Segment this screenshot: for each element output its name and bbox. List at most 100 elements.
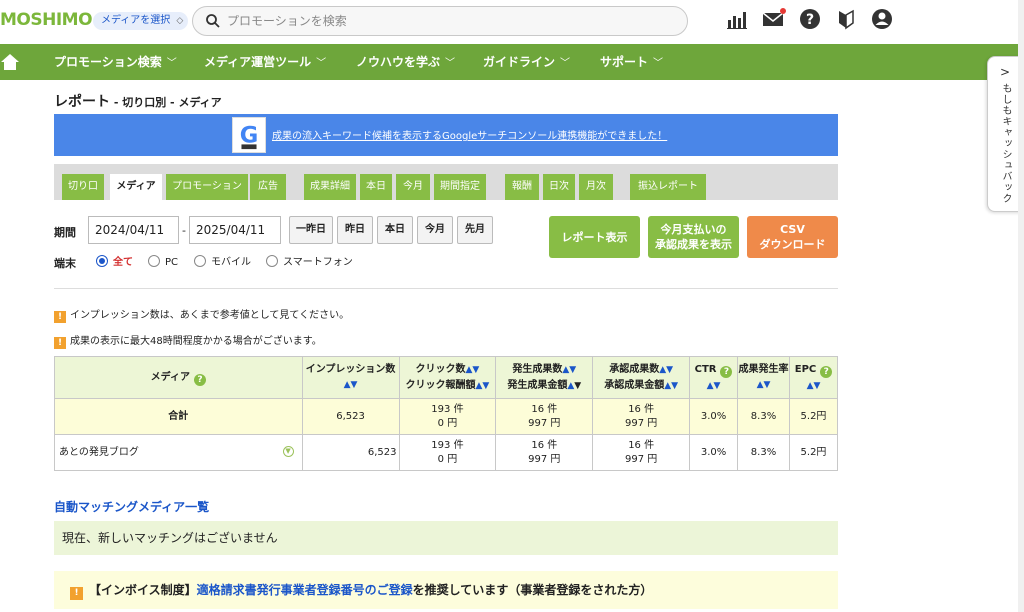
tab-monthly[interactable]: 月次 (579, 174, 613, 200)
tab-ad[interactable]: 広告 (250, 174, 286, 200)
col-ctr: CTR? ▲▼ (689, 356, 739, 399)
button-label: ダウンロード (759, 238, 826, 251)
nav-guideline[interactable]: ガイドライン ﹀ (483, 44, 570, 80)
date-to-input[interactable]: 2025/04/11 (189, 216, 281, 244)
tab-period[interactable]: 期間指定 (434, 174, 486, 200)
header-label: クリック報酬額 (405, 379, 476, 391)
total-epc: 5.2円 (788, 398, 839, 435)
last-month-button[interactable]: 先月 (457, 216, 493, 244)
date-from-input[interactable]: 2024/04/11 (88, 216, 179, 244)
search-icon (206, 14, 220, 28)
device-radio-pc[interactable]: PC (148, 255, 178, 269)
header-label: 承認成果数 (609, 363, 660, 375)
tab-media[interactable]: メディア (110, 174, 162, 200)
period-label: 期間 (54, 226, 76, 239)
header-label: EPC (794, 363, 817, 375)
nav-label: ガイドライン (483, 55, 556, 69)
home-icon[interactable] (0, 52, 20, 72)
this-month-button[interactable]: 今月 (417, 216, 453, 244)
col-rate: 成果発生率 ▲▼ (737, 356, 790, 399)
nav-support[interactable]: サポート ﹀ (600, 44, 663, 80)
radio-circle (194, 255, 206, 267)
col-media: メディア? (54, 356, 303, 399)
help-icon[interactable]: ? (720, 365, 733, 378)
sort-arrows-icon[interactable]: ▲▼ (757, 380, 771, 390)
chevron-updown-icon: ◇ (176, 16, 184, 26)
csv-download-button[interactable]: CSV ダウンロード (747, 216, 838, 258)
mail-icon[interactable] (762, 8, 786, 30)
table-total-row: 合計 6,523 193 件 0 円 16 件 997 円 16 件 997 円 3.… (54, 398, 839, 435)
sort-arrows-icon[interactable]: ▲▼ (567, 381, 581, 391)
banner-link[interactable]: 成果の流入キーワード候補を表示するGoogleサーチコンソール連携機能ができまし… (272, 127, 667, 142)
chevron-down-icon: ﹀ (560, 58, 571, 69)
media-select-dropdown[interactable]: メディアを選択 ◇ (93, 12, 189, 30)
radio-circle (266, 255, 278, 267)
tab-transfer-report[interactable]: 振込レポート (630, 174, 706, 200)
tab-reward[interactable]: 報酬 (505, 174, 539, 200)
yesterday-button[interactable]: 昨日 (337, 216, 373, 244)
tab-today[interactable]: 本日 (360, 174, 392, 200)
nav-promotion-search[interactable]: プロモーション検索 ﹀ (54, 44, 177, 80)
today-button[interactable]: 本日 (377, 216, 413, 244)
tab-daily[interactable]: 日次 (543, 174, 575, 200)
cell-value: 997 円 (625, 417, 658, 429)
tab-this-month[interactable]: 今月 (396, 174, 430, 200)
button-label: 今月支払いの (660, 223, 727, 236)
invoice-suffix: を推奨しています（事業者登録をされた方） (412, 583, 653, 597)
auto-matching-link[interactable]: 自動マッチングメディア一覧 (54, 498, 209, 515)
table-row: あとの発見ブログ ▼ 6,523 193 件 0 円 16 件 997 円 16 件 9… (54, 434, 839, 471)
show-monthly-approved-button[interactable]: 今月支払いの 承認成果を表示 (648, 216, 739, 258)
header-label: 発生成果金額 (507, 379, 568, 391)
nav-media-tools[interactable]: メディア運営ツール ﹀ (204, 44, 326, 80)
device-radio-mobile[interactable]: モバイル (194, 255, 251, 269)
notification-dot (780, 8, 786, 14)
svg-text:?: ? (806, 12, 814, 28)
cell-value: 16 件 (531, 439, 558, 451)
sort-arrows-icon[interactable]: ▲▼ (807, 381, 821, 391)
col-occurred: 発生成果数▲▼ 発生成果金額▲▼ (495, 356, 594, 399)
device-radio-all[interactable]: 全て (96, 255, 133, 269)
sort-arrows-icon[interactable]: ▲▼ (659, 365, 673, 375)
sort-arrows-icon[interactable]: ▲▼ (344, 380, 358, 390)
user-account-icon[interactable] (871, 8, 893, 30)
page-title: レポート - 切り口別 - メディア (54, 91, 222, 111)
device-radio-smartphone[interactable]: スマートフォン (266, 255, 353, 269)
divider (54, 288, 838, 289)
button-label: レポート表示 (561, 230, 628, 244)
cell-value: 997 円 (528, 453, 561, 465)
sort-arrows-icon[interactable]: ▲▼ (476, 381, 490, 391)
warning-icon: ! (70, 587, 83, 600)
radio-circle (148, 255, 160, 267)
notice-delay: ! 成果の表示に最大48時間程度かかる場合がございます。 (54, 332, 322, 349)
show-report-button[interactable]: レポート表示 (549, 216, 640, 258)
report-chart-icon[interactable] (726, 8, 748, 30)
help-icon[interactable]: ? (820, 365, 833, 378)
invoice-prefix: 【インボイス制度】 (89, 583, 197, 597)
moshimo-logo[interactable]: MOSHIMO (0, 10, 93, 30)
sort-arrows-icon[interactable]: ▲▼ (562, 365, 576, 375)
nav-knowhow[interactable]: ノウハウを学ぶ ﹀ (356, 44, 455, 80)
row-occurred: 16 件 997 円 (495, 434, 594, 471)
help-icon[interactable]: ? (193, 373, 206, 386)
header-label: インプレッション数 (305, 364, 396, 375)
row-ctr: 3.0% (689, 434, 739, 471)
invoice-registration-link[interactable]: 適格請求書発行事業者登録番号のご登録 (197, 583, 413, 597)
search-input[interactable] (227, 12, 667, 30)
tab-result-detail[interactable]: 成果詳細 (304, 174, 356, 200)
search-box[interactable] (192, 6, 688, 36)
total-approved: 16 件 997 円 (592, 398, 691, 435)
sort-arrows-icon[interactable]: ▲▼ (707, 381, 721, 391)
matching-message: 現在、新しいマッチングはございません (62, 531, 278, 545)
help-icon[interactable]: ? (799, 8, 821, 30)
day-before-yesterday-button[interactable]: 一昨日 (289, 216, 333, 244)
table-header-row: メディア? インプレッション数 ▲▼ クリック数▲▼ クリック報酬額▲▼ 発生成果数… (54, 356, 839, 399)
tab-kirikuchi[interactable]: 切り口 (62, 174, 104, 200)
page-scrollbar[interactable] (1018, 0, 1024, 612)
expand-icon[interactable]: ▼ (282, 446, 294, 457)
tab-promotion[interactable]: プロモーション (166, 174, 248, 200)
beginner-mark-icon[interactable] (835, 8, 857, 30)
header-label: クリック数 (415, 363, 466, 375)
sort-arrows-icon[interactable]: ▲▼ (466, 365, 480, 375)
col-epc: EPC? ▲▼ (788, 356, 839, 399)
sort-arrows-icon[interactable]: ▲▼ (664, 381, 678, 391)
